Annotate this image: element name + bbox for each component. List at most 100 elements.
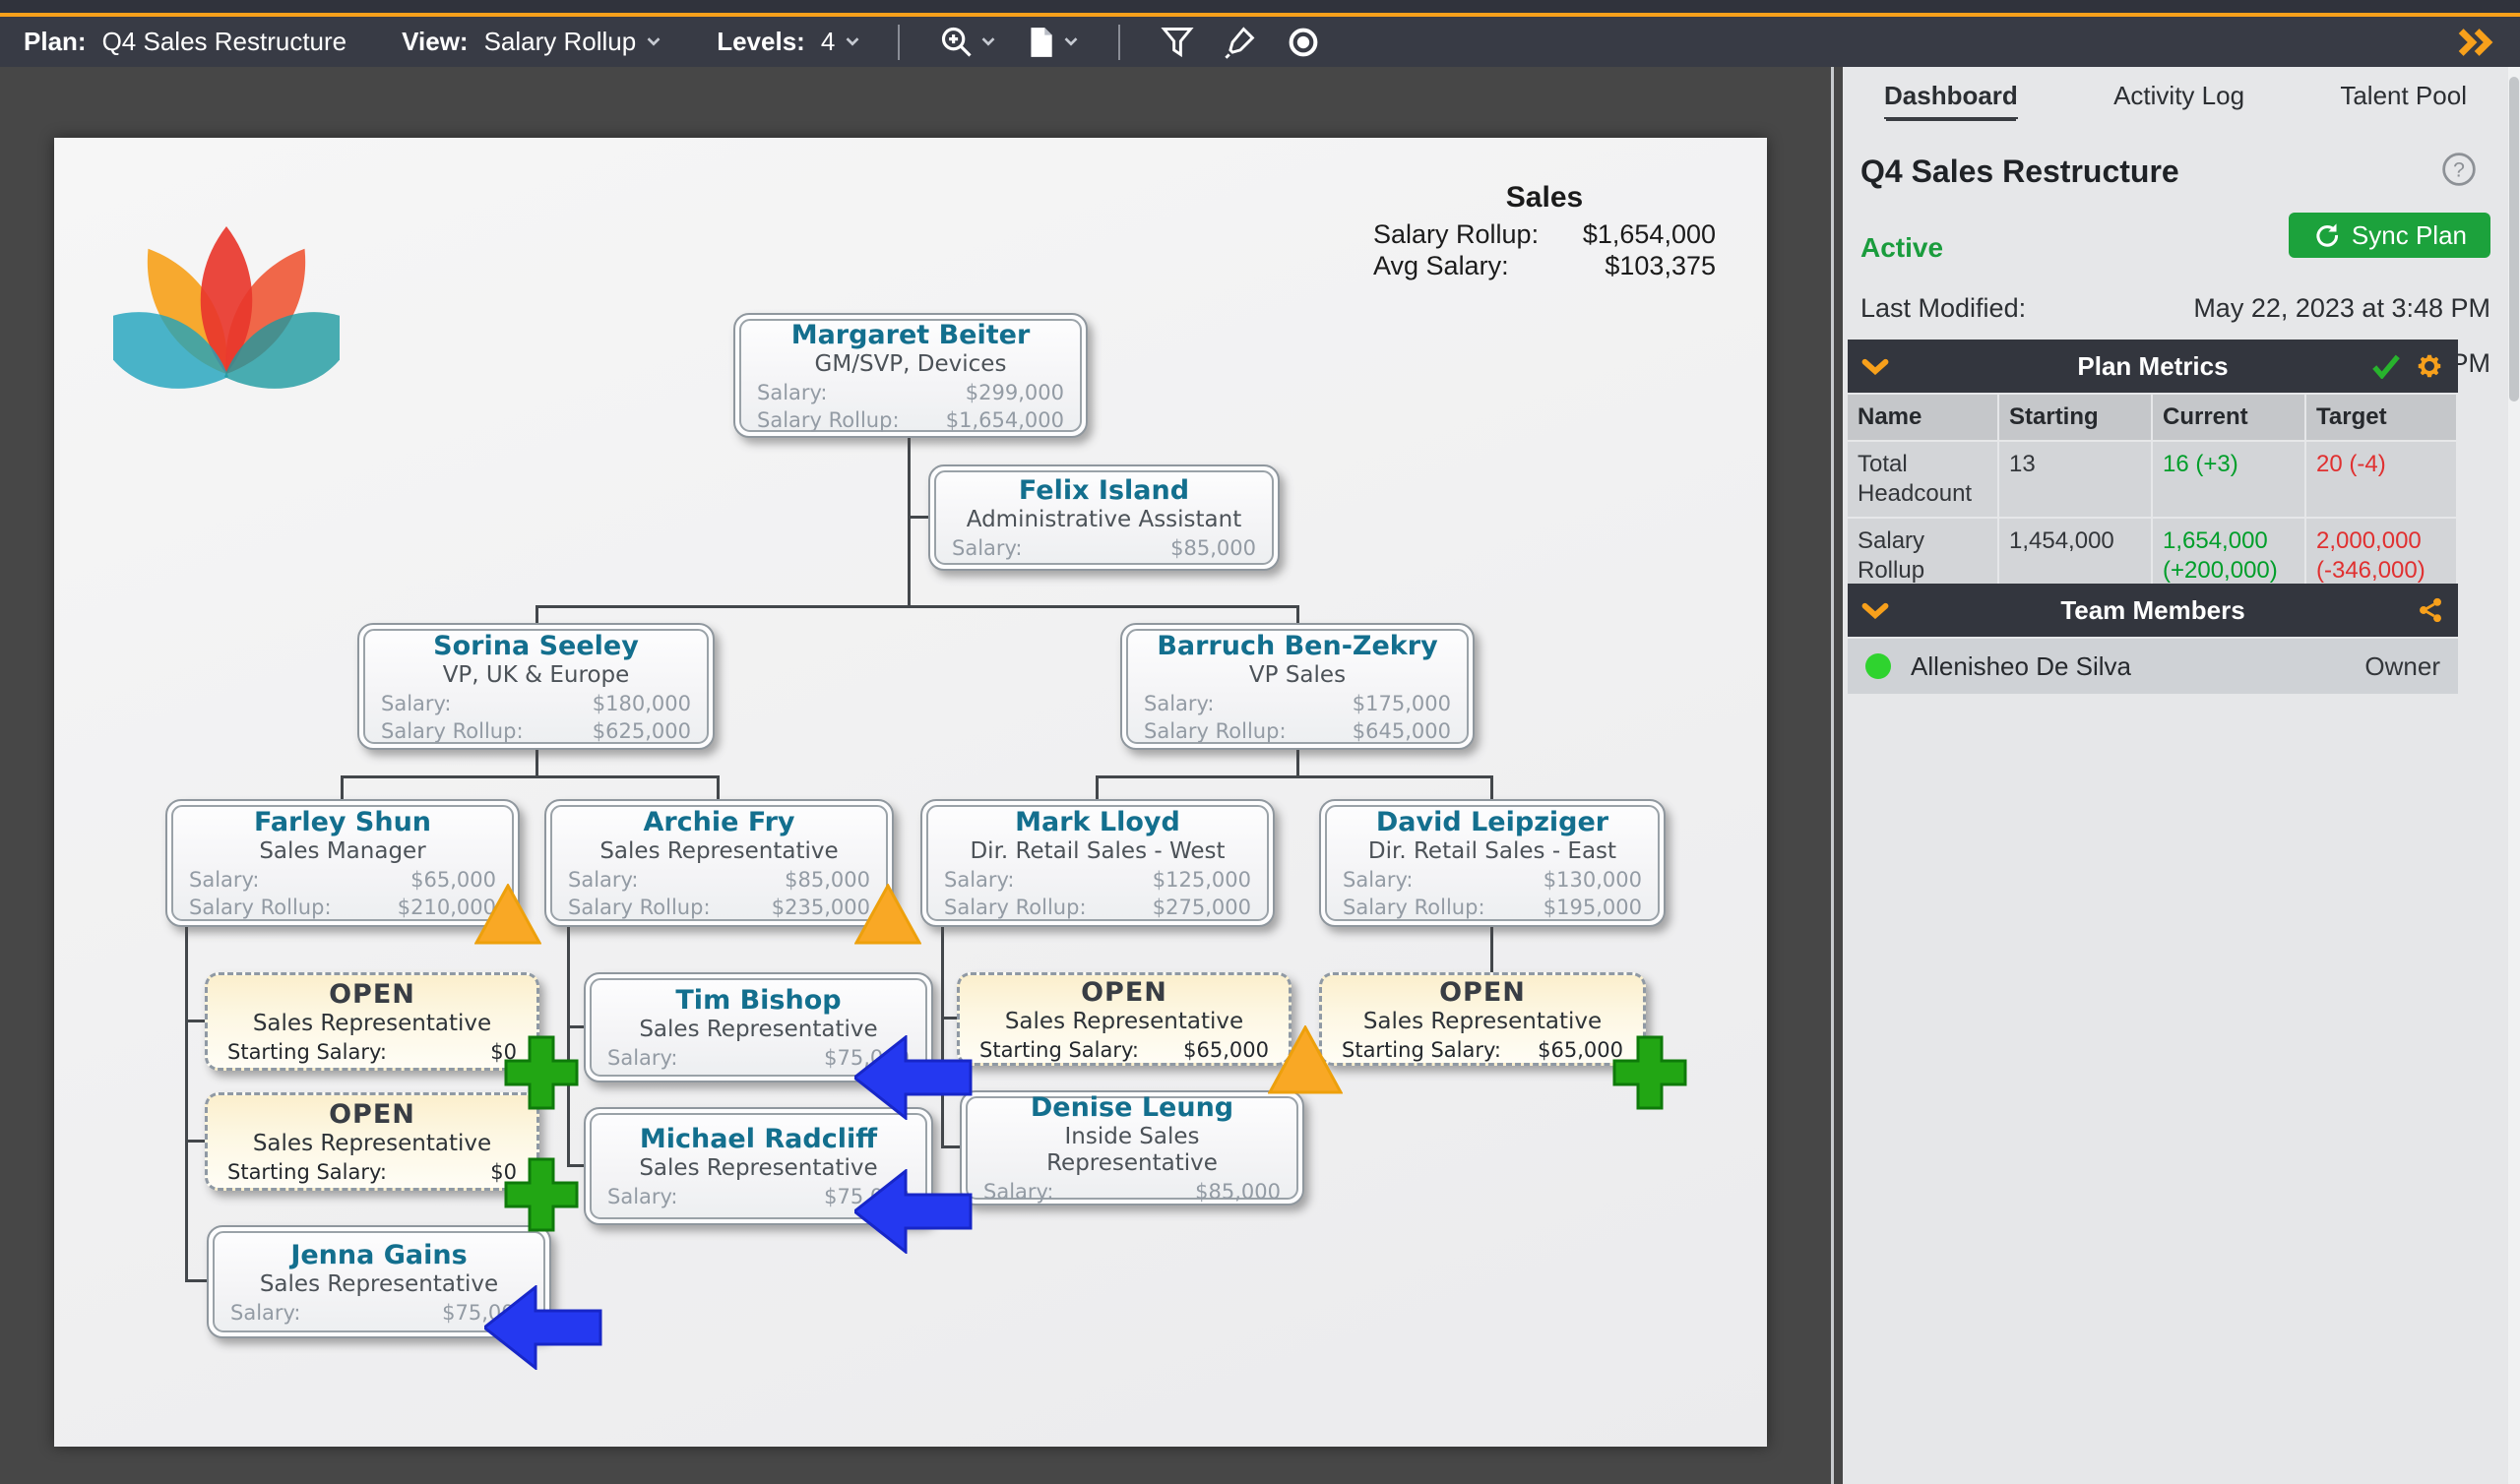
org-node-mark-lloyd[interactable]: Mark Lloyd Dir. Retail Sales - West Sala…	[920, 799, 1275, 927]
rollup-label: Salary Rollup:	[189, 895, 332, 920]
node-title: Sales Representative	[230, 1271, 528, 1298]
moved-position-arrow-icon	[484, 1285, 602, 1370]
node-title: Administrative Assistant	[952, 507, 1256, 533]
org-node-denise-leung[interactable]: Denise Leung Inside Sales Representative…	[960, 1090, 1304, 1206]
node-name: OPEN	[979, 976, 1269, 1009]
zoom-dropdown[interactable]	[939, 25, 996, 60]
eye-icon	[1286, 25, 1321, 60]
chevron-down-icon	[1861, 602, 1889, 619]
summary-value: $1,654,000	[1583, 218, 1716, 250]
warning-triangle-icon	[854, 884, 921, 945]
org-node-open-position-4[interactable]: OPEN Sales Representative Starting Salar…	[1319, 972, 1646, 1066]
metric-starting: 13	[1999, 442, 2151, 517]
node-title: Sales Representative	[227, 1131, 517, 1157]
node-name: Felix Island	[952, 474, 1256, 507]
member-name: Allenisheo De Silva	[1911, 651, 2131, 682]
rollup-value: $1,654,000	[946, 407, 1064, 433]
org-node-margaret-beiter[interactable]: Margaret Beiter GM/SVP, Devices Salary:$…	[733, 313, 1088, 438]
connector	[185, 1140, 207, 1143]
starting-salary-value: $65,000	[1538, 1037, 1623, 1063]
salary-label: Salary:	[944, 867, 1015, 893]
rollup-label: Salary Rollup:	[1343, 895, 1485, 920]
levels-dropdown[interactable]: 4	[821, 27, 860, 57]
salary-value: $180,000	[593, 691, 691, 716]
salary-value: $299,000	[966, 380, 1064, 405]
node-title: Dir. Retail Sales - West	[944, 838, 1251, 865]
warning-triangle-icon	[1268, 1025, 1343, 1094]
filter-button[interactable]	[1160, 25, 1195, 60]
salary-value: $85,000	[1170, 535, 1256, 561]
zoom-plus-icon	[939, 25, 975, 60]
node-name: OPEN	[227, 978, 517, 1011]
node-title: Sales Representative	[1342, 1009, 1623, 1035]
gear-icon[interactable]	[2415, 351, 2444, 381]
org-node-david-leipziger[interactable]: David Leipziger Dir. Retail Sales - East…	[1319, 799, 1666, 927]
salary-label: Salary:	[230, 1300, 301, 1326]
node-title: Sales Representative	[227, 1011, 517, 1037]
node-title: Sales Representative	[568, 838, 870, 865]
sync-refresh-icon	[2312, 221, 2340, 249]
chevron-down-icon	[646, 36, 662, 47]
rollup-value: $275,000	[1153, 895, 1251, 920]
team-members-title: Team Members	[1848, 595, 2458, 626]
org-node-felix-island[interactable]: Felix Island Administrative Assistant Sa…	[928, 464, 1280, 571]
moved-position-arrow-icon	[854, 1035, 973, 1120]
view-dropdown[interactable]: Salary Rollup	[484, 27, 662, 57]
panel-scrollbar[interactable]	[2508, 67, 2520, 1484]
highlight-button[interactable]	[1223, 25, 1258, 60]
org-node-barruch-ben-zekry[interactable]: Barruch Ben-Zekry VP Sales Salary:$175,0…	[1120, 623, 1475, 750]
added-position-plus-icon	[504, 1157, 579, 1232]
metric-target: 20 (-4)	[2306, 442, 2456, 517]
node-name: Denise Leung	[983, 1091, 1281, 1124]
org-node-open-position-3[interactable]: OPEN Sales Representative Starting Salar…	[957, 972, 1292, 1066]
toolbar-separator	[1118, 25, 1120, 60]
org-node-open-position-1[interactable]: OPEN Sales Representative Starting Salar…	[205, 972, 539, 1071]
view-dropdown-value: Salary Rollup	[484, 27, 637, 57]
starting-salary-label: Starting Salary:	[227, 1039, 387, 1065]
starting-salary-value: $65,000	[1183, 1037, 1269, 1063]
team-member-row[interactable]: Allenisheo De Silva Owner	[1848, 639, 2458, 694]
toolbar-separator	[898, 25, 900, 60]
plan-label: Plan:	[24, 27, 87, 57]
levels-dropdown-value: 4	[821, 27, 835, 57]
connector	[536, 605, 1299, 608]
visibility-button[interactable]	[1286, 25, 1321, 60]
last-modified-value: May 22, 2023 at 3:48 PM	[2193, 293, 2490, 324]
connector	[908, 438, 911, 607]
sync-plan-button[interactable]: Sync Plan	[2289, 213, 2490, 258]
plan-metrics-header: Plan Metrics	[1848, 340, 2458, 393]
org-node-archie-fry[interactable]: Archie Fry Sales Representative Salary:$…	[544, 799, 894, 927]
salary-label: Salary:	[381, 691, 452, 716]
tab-talent-pool[interactable]: Talent Pool	[2340, 81, 2467, 119]
rollup-value: $645,000	[1353, 718, 1451, 744]
node-name: Michael Radcliff	[607, 1123, 910, 1155]
metric-current: 1,654,000 (+200,000)	[2153, 519, 2304, 593]
check-icon[interactable]	[2371, 353, 2401, 379]
added-position-plus-icon	[504, 1035, 579, 1110]
org-node-sorina-seeley[interactable]: Sorina Seeley VP, UK & Europe Salary:$18…	[357, 623, 715, 750]
column-header: Current	[2153, 395, 2304, 440]
connector	[1490, 775, 1493, 799]
collapse-panel-icon[interactable]	[2455, 27, 2496, 58]
collapse-section-button[interactable]	[1861, 602, 1889, 619]
connector	[536, 750, 538, 777]
node-title: GM/SVP, Devices	[757, 351, 1064, 378]
collapse-section-button[interactable]	[1861, 358, 1889, 375]
help-button[interactable]: ?	[2441, 152, 2477, 192]
export-dropdown[interactable]	[1024, 25, 1079, 60]
tab-activity-log[interactable]: Activity Log	[2113, 81, 2244, 119]
salary-label: Salary:	[607, 1045, 678, 1071]
share-icon[interactable]	[2417, 596, 2444, 624]
org-node-farley-shun[interactable]: Farley Shun Sales Manager Salary:$65,000…	[165, 799, 520, 927]
summary-value: $103,375	[1605, 250, 1716, 281]
plan-title: Q4 Sales Restructure	[1860, 154, 2179, 190]
metric-name: Salary Rollup	[1848, 519, 1997, 593]
warning-triangle-icon	[474, 884, 541, 945]
connector	[185, 1279, 209, 1282]
salary-label: Salary:	[1144, 691, 1215, 716]
org-chart-canvas[interactable]: Sales Salary Rollup:$1,654,000 Avg Salar…	[54, 138, 1767, 1447]
tab-dashboard[interactable]: Dashboard	[1884, 81, 2018, 119]
org-node-open-position-2[interactable]: OPEN Sales Representative Starting Salar…	[205, 1092, 539, 1191]
scrollbar-thumb[interactable]	[2509, 77, 2519, 402]
salary-value: $130,000	[1544, 867, 1642, 893]
